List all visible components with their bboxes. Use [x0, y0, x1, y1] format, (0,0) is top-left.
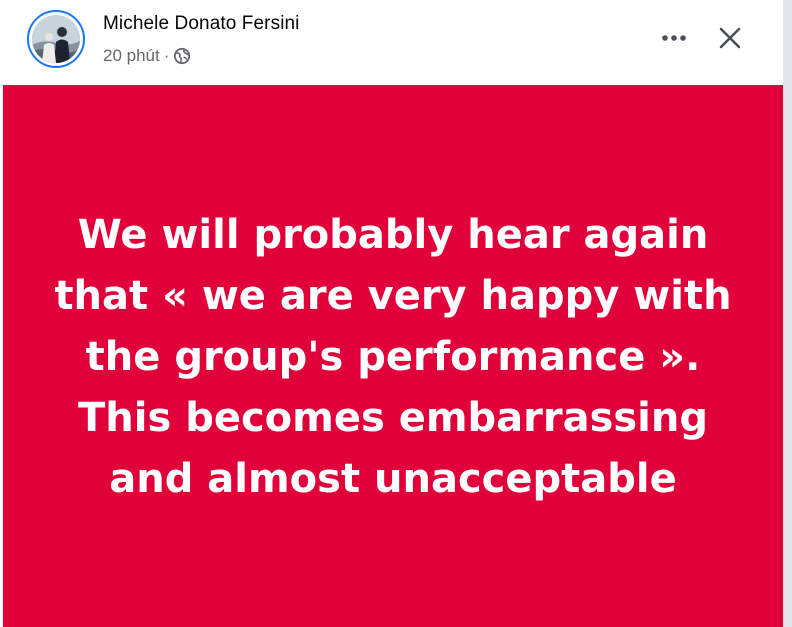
post-text-background: We will probably hear again that « we ar… — [3, 85, 783, 627]
scrollbar-track[interactable] — [783, 0, 792, 627]
post-meta: 20 phút · — [103, 45, 191, 67]
post-card: Michele Donato Fersini 20 phút · We will… — [0, 0, 783, 627]
avatar-photo — [32, 15, 80, 63]
close-icon — [719, 27, 741, 49]
close-button[interactable] — [708, 16, 752, 60]
globe-icon[interactable] — [173, 47, 191, 65]
more-options-button[interactable] — [652, 18, 696, 58]
avatar-image-icon — [32, 15, 80, 63]
more-options-icon — [662, 35, 686, 41]
post-timestamp[interactable]: 20 phút — [103, 46, 160, 66]
post-header: Michele Donato Fersini 20 phút · — [0, 0, 783, 85]
post-text: We will probably hear again that « we ar… — [54, 212, 732, 502]
author-name[interactable]: Michele Donato Fersini — [103, 13, 300, 35]
author-avatar[interactable] — [27, 10, 85, 68]
meta-separator: · — [163, 46, 170, 65]
